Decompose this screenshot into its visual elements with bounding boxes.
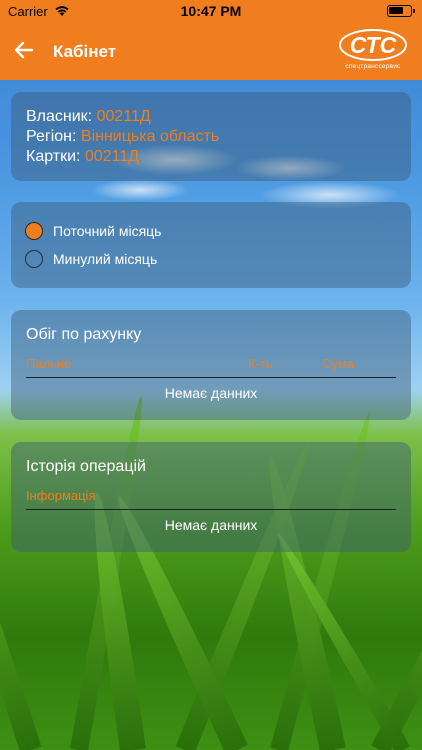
column-header-quantity: К-ть xyxy=(248,356,273,371)
owner-info-card: Власник: 00211Д Регіон: Вінницька област… xyxy=(11,92,411,181)
company-logo: СТС спецтранссервис xyxy=(338,28,408,74)
status-bar: Carrier 10:47 PM xyxy=(0,0,422,22)
radio-label: Минулий місяць xyxy=(53,251,158,267)
logo-subtitle: спецтранссервис xyxy=(345,63,401,70)
page-title: Кабінет xyxy=(53,42,117,61)
owner-label: Власник: xyxy=(26,108,93,125)
cards-value: 00211Д xyxy=(84,148,140,165)
column-header-sum: Сума xyxy=(322,356,354,371)
column-header-info: Інформація xyxy=(26,488,96,503)
nav-bar: Кабінет СТС спецтранссервис xyxy=(0,22,422,80)
divider xyxy=(26,509,396,510)
owner-row: Власник: 00211Д xyxy=(26,108,151,126)
cards-label: Картки: xyxy=(26,148,81,165)
column-header-fuel: Пальне xyxy=(26,356,72,371)
radio-current-month[interactable]: Поточний місяць xyxy=(25,222,161,240)
cards-row: Картки: 00211Д xyxy=(26,148,139,166)
period-selector-card: Поточний місяць Минулий місяць xyxy=(11,202,411,288)
operations-history-card: Історія операцій Інформація Немає данних xyxy=(11,442,411,552)
region-value: Вінницька область xyxy=(80,128,220,145)
empty-state-text: Немає данних xyxy=(164,385,258,401)
owner-value: 00211Д xyxy=(96,108,151,125)
account-turnover-card: Обіг по рахунку Пальне К-ть Сума Немає д… xyxy=(11,310,411,420)
arrow-left-icon[interactable] xyxy=(10,36,38,64)
battery-icon xyxy=(387,5,415,17)
region-row: Регіон: Вінницька область xyxy=(26,128,219,146)
radio-label: Поточний місяць xyxy=(53,223,162,239)
region-label: Регіон: xyxy=(26,128,77,145)
card-title: Обіг по рахунку xyxy=(26,326,142,343)
radio-button-unchecked[interactable] xyxy=(25,250,43,268)
status-time: 10:47 PM xyxy=(180,3,242,19)
radio-button-checked[interactable] xyxy=(25,222,43,240)
logo-text: СТС xyxy=(349,32,397,58)
radio-previous-month[interactable]: Минулий місяць xyxy=(25,250,157,268)
card-title: Історія операцій xyxy=(26,458,146,475)
empty-state-text: Немає данних xyxy=(164,517,258,533)
divider xyxy=(26,377,396,378)
